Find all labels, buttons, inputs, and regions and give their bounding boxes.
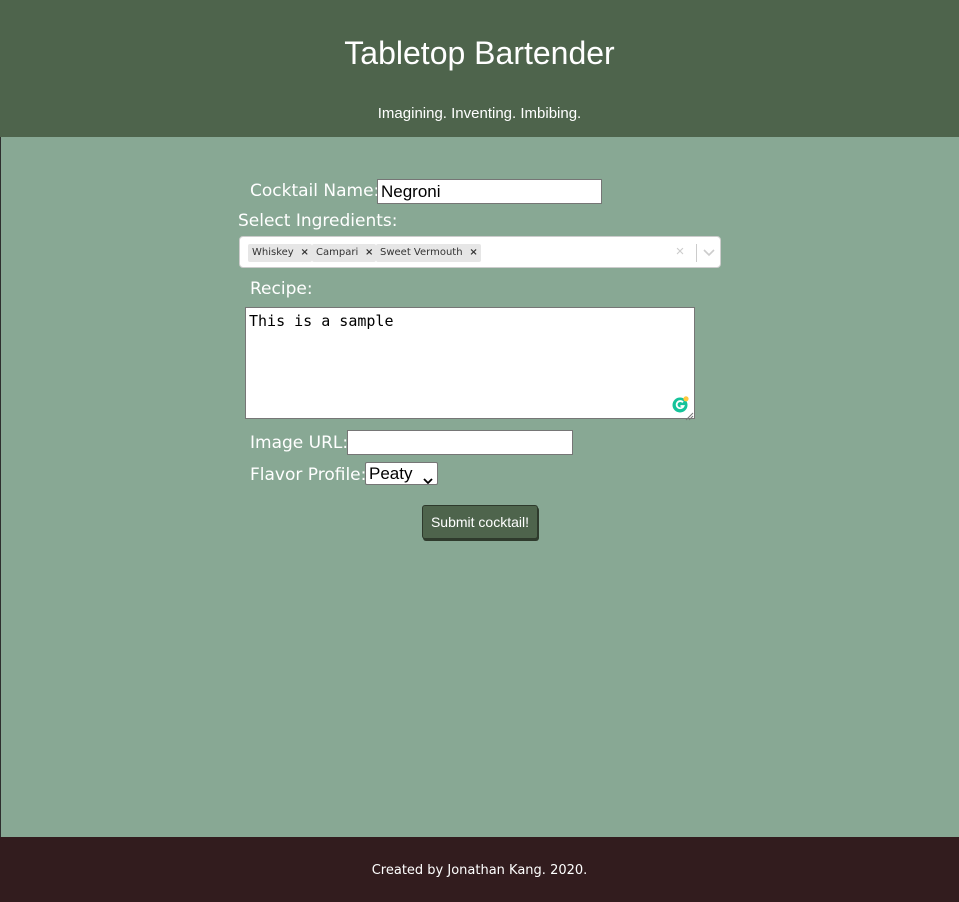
site-title: Tabletop Bartender [344,35,615,71]
ingredients-multiselect[interactable]: Whiskey × Campari × Sweet Vermouth × × [239,236,721,268]
close-icon[interactable]: × [298,244,312,262]
site-header: Tabletop Bartender Imagining. Inventing.… [0,0,959,137]
ingredient-chip: Campari × [312,244,377,262]
flavor-profile-label: Flavor Profile: [250,465,367,485]
ingredient-chip-label: Campari [316,247,359,258]
indicator-separator [696,244,697,262]
ingredients-label: Select Ingredients: [238,211,398,231]
footer-credit: Created by Jonathan Kang. 2020. [371,863,588,878]
flavor-profile-value: Peaty [369,464,413,483]
clear-icon[interactable]: × [672,242,688,262]
ingredient-chip: Sweet Vermouth × [376,244,481,262]
ingredient-chip-label: Whiskey [252,247,294,258]
ingredient-chip: Whiskey × [248,244,312,262]
close-icon[interactable]: × [467,244,481,262]
image-url-label: Image URL: [250,433,349,453]
ingredient-chip-label: Sweet Vermouth [380,247,463,258]
cocktail-name-label: Cocktail Name: [250,181,380,201]
submit-cocktail-button[interactable]: Submit cocktail! [422,505,538,539]
recipe-textarea[interactable]: This is a sample [245,307,695,419]
chevron-down-icon[interactable] [699,242,719,262]
site-tagline: Imagining. Inventing. Imbibing. [377,105,582,122]
image-url-input[interactable] [347,430,573,455]
close-icon[interactable]: × [362,244,376,262]
resize-grip-icon[interactable] [684,408,694,421]
chevron-down-icon [423,470,433,485]
flavor-profile-select[interactable]: Peaty [365,462,438,485]
recipe-label: Recipe: [250,279,313,299]
cocktail-name-input[interactable]: Negroni [377,179,602,204]
site-footer: Created by Jonathan Kang. 2020. [0,837,959,902]
